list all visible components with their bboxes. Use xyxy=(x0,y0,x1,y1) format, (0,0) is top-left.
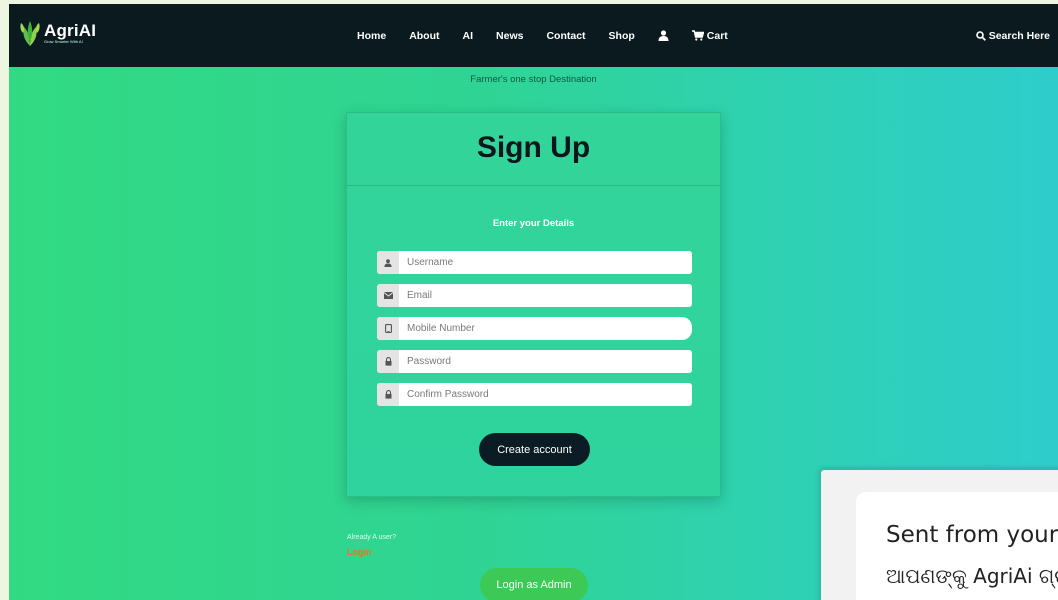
brand-tagline: Grow Smarter With AI xyxy=(44,39,83,44)
notification-popup: Sent from your ଆପଣଙ୍କୁ AgriAi ଗ୍ର xyxy=(821,470,1058,600)
confirm-password-input[interactable] xyxy=(399,383,692,406)
password-field[interactable] xyxy=(377,350,692,373)
user-icon xyxy=(377,251,399,274)
notification-card[interactable]: Sent from your ଆପଣଙ୍କୁ AgriAi ଗ୍ର xyxy=(856,492,1058,600)
account-button[interactable] xyxy=(658,30,669,41)
signup-title: Sign Up xyxy=(476,131,591,164)
card-divider xyxy=(347,185,720,186)
search-icon xyxy=(975,30,986,41)
email-input[interactable] xyxy=(399,284,692,307)
username-input[interactable] xyxy=(399,251,692,274)
mobile-icon xyxy=(377,317,399,340)
mobile-field[interactable] xyxy=(377,317,692,340)
top-navbar: AgriAI Grow Smarter With AI Home About A… xyxy=(9,4,1058,67)
main-nav: Home About AI News Contact Shop Cart xyxy=(357,4,751,67)
create-account-button[interactable]: Create account xyxy=(479,433,590,466)
lock-icon xyxy=(377,383,399,406)
notification-line-2: ଆପଣଙ୍କୁ AgriAi ଗ୍ର xyxy=(886,564,1058,588)
signup-card: Sign Up Enter your Details Username Emai… xyxy=(346,112,721,497)
cart-icon xyxy=(691,30,704,41)
envelope-icon xyxy=(377,284,399,307)
notification-line-1: Sent from your xyxy=(886,522,1058,548)
username-field[interactable] xyxy=(377,251,692,274)
lock-icon xyxy=(377,350,399,373)
login-link[interactable]: Login xyxy=(347,547,372,557)
already-user-text: Already A user? xyxy=(347,534,397,541)
user-icon xyxy=(658,30,669,41)
password-input[interactable] xyxy=(399,350,692,373)
signup-subtitle: Enter your Details xyxy=(492,218,575,229)
confirm-password-field[interactable] xyxy=(377,383,692,406)
page-tagline: Farmer's one stop Destination xyxy=(470,74,597,85)
email-field[interactable] xyxy=(377,284,692,307)
nav-ai[interactable]: AI xyxy=(463,30,474,42)
brand-logo[interactable]: AgriAI Grow Smarter With AI xyxy=(19,19,96,47)
nav-contact[interactable]: Contact xyxy=(546,30,585,42)
nav-home[interactable]: Home xyxy=(357,30,386,42)
cart-link[interactable]: Cart xyxy=(691,29,728,42)
search-link[interactable]: Search Here xyxy=(975,4,1050,67)
nav-news[interactable]: News xyxy=(496,30,523,42)
mobile-input[interactable] xyxy=(399,317,692,340)
login-as-admin-button[interactable]: Login as Admin xyxy=(480,568,588,600)
nav-about[interactable]: About xyxy=(409,30,439,42)
cart-label: Cart xyxy=(706,29,728,42)
browser-viewport: AgriAI Grow Smarter With AI Home About A… xyxy=(9,4,1058,600)
brand-name: AgriAI xyxy=(44,21,97,40)
leaf-logo-icon xyxy=(20,21,40,46)
search-label: Search Here xyxy=(988,29,1050,42)
nav-shop[interactable]: Shop xyxy=(609,30,635,42)
